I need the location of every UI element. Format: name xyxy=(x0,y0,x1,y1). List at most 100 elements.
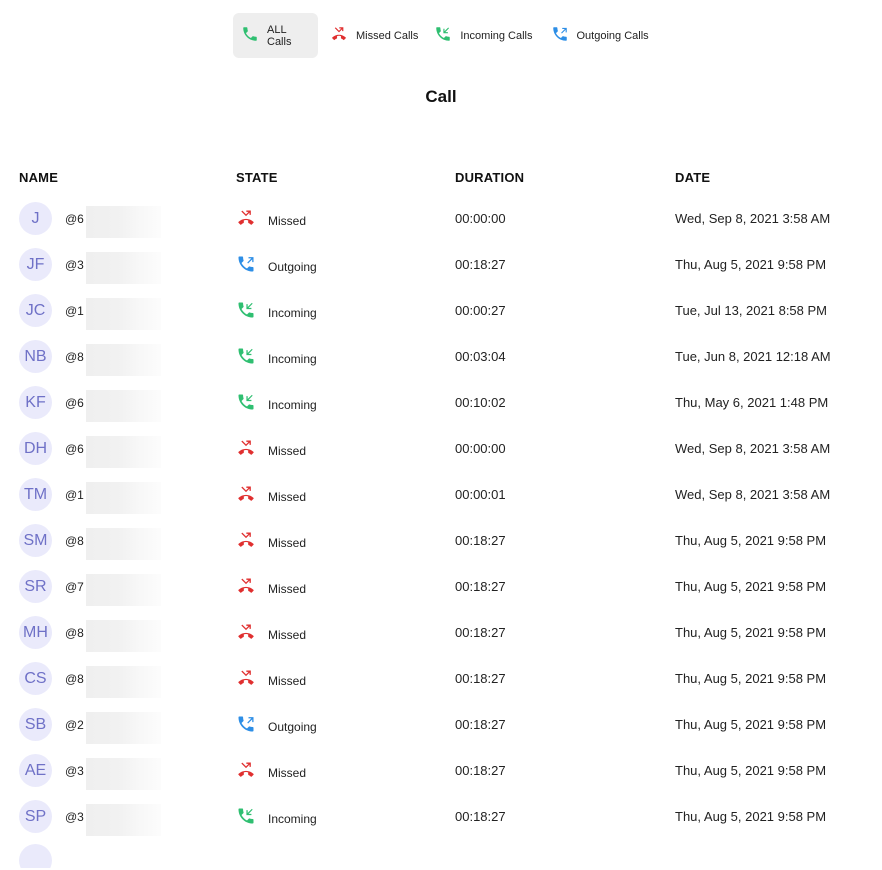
call-duration: 00:00:00 xyxy=(455,441,506,456)
missed-call-icon xyxy=(236,576,268,601)
avatar: DH xyxy=(19,432,52,465)
table-row[interactable]: TM @1 Missed 00:00:01 Wed, Sep 8, 2021 3… xyxy=(0,470,882,516)
table-row[interactable]: AE @3 Missed 00:18:27 Thu, Aug 5, 2021 9… xyxy=(0,746,882,792)
table-row[interactable]: J @6 Missed 00:00:00 Wed, Sep 8, 2021 3:… xyxy=(0,194,882,240)
table-row[interactable]: JF @3 Outgoing 00:18:27 Thu, Aug 5, 2021… xyxy=(0,240,882,286)
missed-call-icon xyxy=(236,484,268,509)
header-name: NAME xyxy=(19,170,59,185)
redacted-contact-info xyxy=(86,482,161,514)
contact-handle: @1 xyxy=(65,488,84,502)
incoming-call-icon xyxy=(236,806,268,831)
redacted-contact-info xyxy=(86,758,161,790)
avatar: CS xyxy=(19,662,52,695)
contact-handle: @3 xyxy=(65,810,84,824)
call-state-label: Missed xyxy=(268,489,307,504)
call-state-label: Incoming xyxy=(268,397,317,412)
redacted-contact-info xyxy=(86,206,161,238)
table-row[interactable]: JC @1 Incoming 00:00:27 Tue, Jul 13, 202… xyxy=(0,286,882,332)
avatar: SM xyxy=(19,524,52,557)
call-state: Outgoing xyxy=(236,254,317,279)
avatar: SP xyxy=(19,800,52,833)
call-state: Missed xyxy=(236,530,306,555)
avatar: MH xyxy=(19,616,52,649)
table-row[interactable]: SP @3 Incoming 00:18:27 Thu, Aug 5, 2021… xyxy=(0,792,882,838)
redacted-contact-info xyxy=(86,712,161,744)
call-state-label: Missed xyxy=(268,213,307,228)
table-row[interactable]: SB @2 Outgoing 00:18:27 Thu, Aug 5, 2021… xyxy=(0,700,882,746)
call-state-label: Outgoing xyxy=(268,259,317,274)
outgoing-call-icon xyxy=(236,714,268,739)
call-state: Incoming xyxy=(236,806,317,831)
call-state-label: Incoming xyxy=(268,351,317,366)
call-state-label: Incoming xyxy=(268,811,317,826)
call-state-label: Missed xyxy=(268,535,307,550)
table-row[interactable]: SM @8 Missed 00:18:27 Thu, Aug 5, 2021 9… xyxy=(0,516,882,562)
call-date: Wed, Sep 8, 2021 3:58 AM xyxy=(675,211,831,226)
avatar: JC xyxy=(19,294,52,327)
tab-missed-calls-label: Missed Calls xyxy=(356,29,419,42)
header-duration: DURATION xyxy=(455,170,525,185)
call-state: Outgoing xyxy=(236,714,317,739)
redacted-contact-info xyxy=(86,804,161,836)
call-date: Thu, Aug 5, 2021 9:58 PM xyxy=(675,763,827,778)
call-filter-tabs: ALL Calls Missed Calls Incoming Calls Ou… xyxy=(233,13,657,58)
redacted-contact-info xyxy=(86,298,161,330)
call-state: Missed xyxy=(236,438,306,463)
redacted-contact-info xyxy=(86,344,161,376)
call-state: Missed xyxy=(236,668,306,693)
call-date: Wed, Sep 8, 2021 3:58 AM xyxy=(675,441,831,456)
contact-handle: @8 xyxy=(65,350,84,364)
redacted-contact-info xyxy=(86,666,161,698)
outgoing-call-icon xyxy=(236,254,268,279)
tab-all-calls[interactable]: ALL Calls xyxy=(233,13,318,58)
call-duration: 00:18:27 xyxy=(455,763,506,778)
call-date: Thu, Aug 5, 2021 9:58 PM xyxy=(675,579,827,594)
redacted-contact-info xyxy=(86,252,161,284)
missed-call-icon xyxy=(236,668,268,693)
avatar: KF xyxy=(19,386,52,419)
table-row[interactable]: KF @6 Incoming 00:10:02 Thu, May 6, 2021… xyxy=(0,378,882,424)
tab-incoming-calls-label: Incoming Calls xyxy=(460,29,533,42)
call-date: Thu, Aug 5, 2021 9:58 PM xyxy=(675,671,827,686)
table-row[interactable]: CS @8 Missed 00:18:27 Thu, Aug 5, 2021 9… xyxy=(0,654,882,700)
call-log-table: NAME STATE DURATION DATE J @6 Missed 00:… xyxy=(0,160,882,868)
call-duration: 00:03:04 xyxy=(455,349,506,364)
missed-call-icon xyxy=(236,760,268,785)
call-duration: 00:18:27 xyxy=(455,579,506,594)
call-duration: 00:00:00 xyxy=(455,211,506,226)
contact-handle: @1 xyxy=(65,304,84,318)
call-state: Missed xyxy=(236,208,306,233)
table-row[interactable]: NB @8 Incoming 00:03:04 Tue, Jun 8, 2021… xyxy=(0,332,882,378)
contact-handle: @2 xyxy=(65,718,84,732)
missed-call-icon xyxy=(330,25,356,46)
call-date: Wed, Sep 8, 2021 3:58 AM xyxy=(675,487,831,502)
call-state-label: Missed xyxy=(268,581,307,596)
call-duration: 00:18:27 xyxy=(455,257,506,272)
contact-handle: @6 xyxy=(65,442,84,456)
contact-handle: @7 xyxy=(65,580,84,594)
redacted-contact-info xyxy=(86,620,161,652)
call-date: Thu, Aug 5, 2021 9:58 PM xyxy=(675,533,827,548)
table-row-partial[interactable] xyxy=(0,838,882,868)
table-row[interactable]: DH @6 Missed 00:00:00 Wed, Sep 8, 2021 3… xyxy=(0,424,882,470)
call-duration: 00:18:27 xyxy=(455,809,506,824)
contact-handle: @3 xyxy=(65,764,84,778)
contact-handle: @3 xyxy=(65,258,84,272)
missed-call-icon xyxy=(236,438,268,463)
call-duration: 00:10:02 xyxy=(455,395,506,410)
call-date: Thu, Aug 5, 2021 9:58 PM xyxy=(675,257,827,272)
call-date: Thu, Aug 5, 2021 9:58 PM xyxy=(675,625,827,640)
tab-incoming-calls[interactable]: Incoming Calls xyxy=(426,13,540,58)
contact-handle: @8 xyxy=(65,672,84,686)
tab-missed-calls[interactable]: Missed Calls xyxy=(318,13,426,58)
tab-outgoing-calls[interactable]: Outgoing Calls xyxy=(541,13,657,58)
call-date: Tue, Jun 8, 2021 12:18 AM xyxy=(675,349,831,364)
table-row[interactable]: SR @7 Missed 00:18:27 Thu, Aug 5, 2021 9… xyxy=(0,562,882,608)
call-state: Missed xyxy=(236,484,306,509)
avatar: NB xyxy=(19,340,52,373)
avatar: TM xyxy=(19,478,52,511)
table-row[interactable]: MH @8 Missed 00:18:27 Thu, Aug 5, 2021 9… xyxy=(0,608,882,654)
avatar: J xyxy=(19,202,52,235)
contact-handle: @8 xyxy=(65,626,84,640)
phone-icon xyxy=(241,25,267,46)
